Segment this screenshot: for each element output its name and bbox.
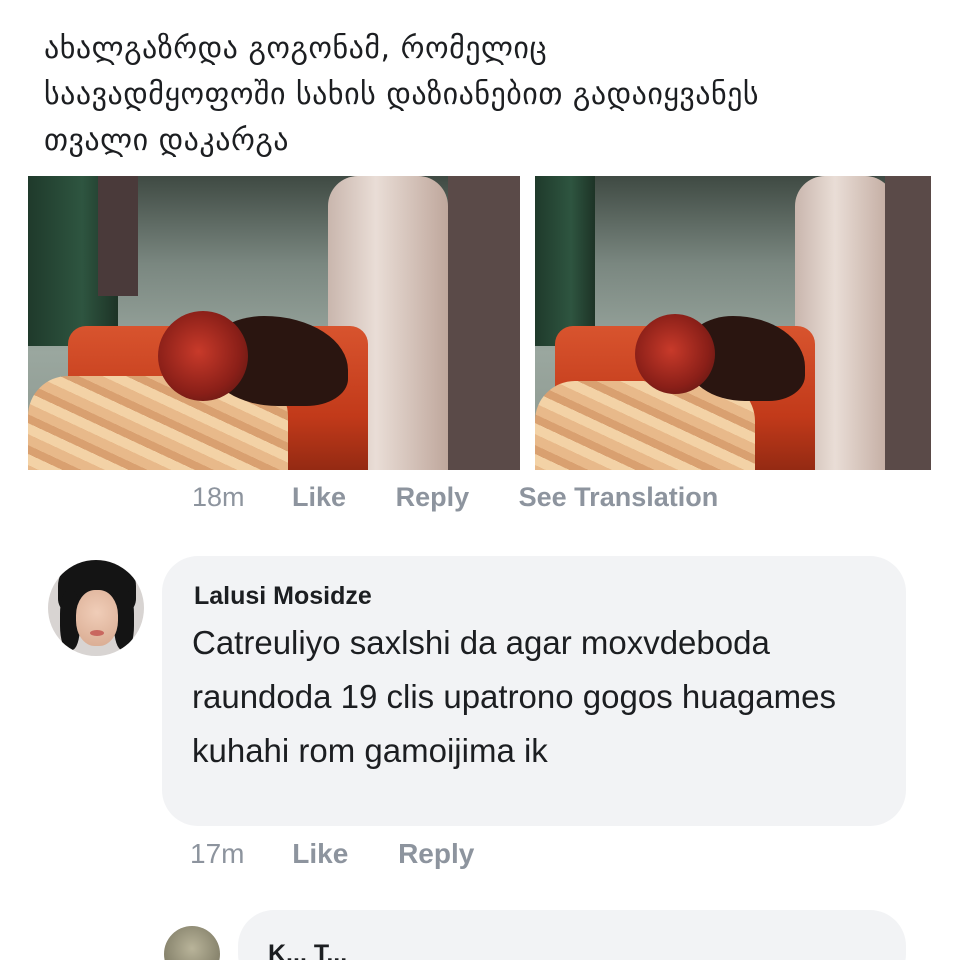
- comment-bubble: Lalusi Mosidze Catreuliyo saxlshi da aga…: [162, 556, 906, 826]
- post-text-line-1: ახალგაზრდა გოგონამ, რომელიც: [44, 31, 548, 66]
- avatar[interactable]: [48, 560, 144, 656]
- post-text: ახალგაზრდა გოგონამ, რომელიც საავადმყოფოშ…: [44, 26, 924, 164]
- post-like-button[interactable]: Like: [292, 482, 346, 513]
- comment-timestamp: 17m: [190, 838, 245, 869]
- next-comment-author-name[interactable]: K... T...: [268, 940, 347, 960]
- post-photo-left[interactable]: [28, 176, 520, 470]
- comment-actions: 17m Like Reply: [190, 838, 474, 870]
- post-timestamp: 18m: [192, 482, 245, 512]
- next-comment-avatar[interactable]: [164, 926, 220, 960]
- post-text-line-2: საავადმყოფოში სახის დაზიანებით გადაიყვან…: [44, 77, 760, 112]
- comment-text: Catreuliyo saxlshi da agar moxvdeboda ra…: [192, 624, 836, 769]
- see-translation-link[interactable]: See Translation: [519, 482, 719, 513]
- comment-like-button[interactable]: Like: [292, 838, 348, 869]
- post-actions: 18m Like Reply See Translation: [192, 482, 718, 513]
- comment-author-name[interactable]: Lalusi Mosidze: [194, 582, 372, 611]
- next-comment-bubble: K... T...: [238, 910, 906, 960]
- post-reply-button[interactable]: Reply: [396, 482, 470, 513]
- post-photo-right[interactable]: [535, 176, 931, 470]
- comment-reply-button[interactable]: Reply: [398, 838, 474, 869]
- post-text-line-3: თვალი დაკარგა: [44, 123, 289, 158]
